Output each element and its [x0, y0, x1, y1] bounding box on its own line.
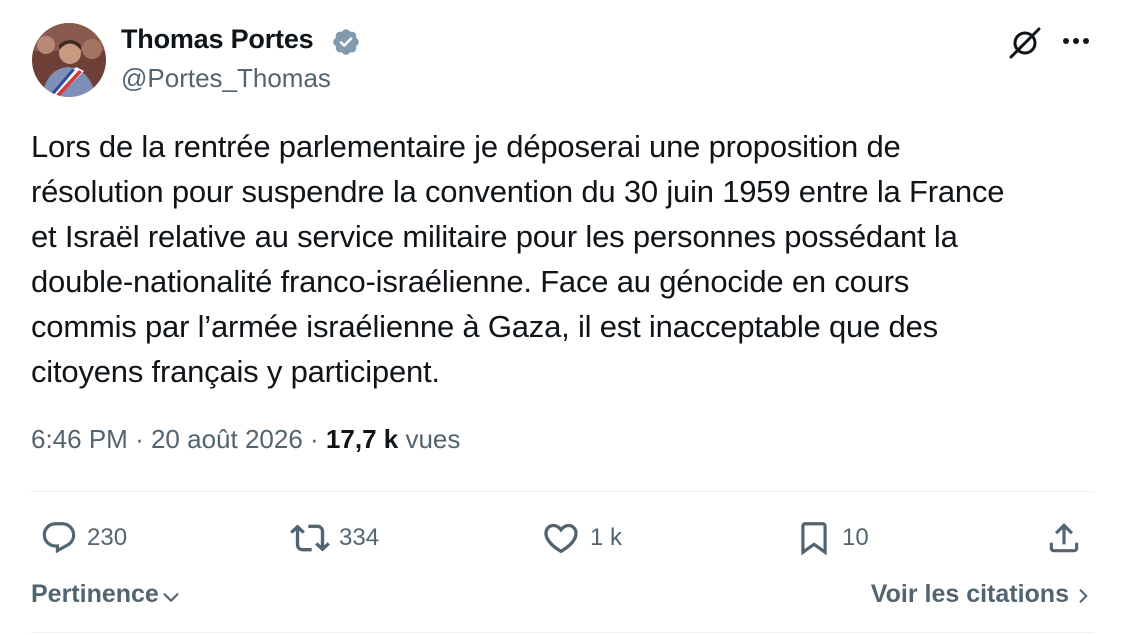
bookmark-count: 10 — [842, 524, 869, 551]
quotes-label: Voir les citations — [870, 580, 1069, 608]
repost-count: 334 — [339, 524, 380, 551]
reply-button[interactable]: 230 — [40, 516, 127, 560]
tweet-time[interactable]: 6:46 PM — [31, 424, 128, 454]
verified-badge-icon — [331, 27, 361, 57]
tweet-text: Lors de la rentrée parlementaire je dépo… — [31, 129, 1005, 389]
chevron-right-icon — [1079, 589, 1088, 603]
sort-label: Pertinence — [31, 580, 159, 608]
sort-dropdown[interactable]: Pertinence — [31, 580, 182, 609]
tweet-date[interactable]: 20 août 2026 — [151, 424, 303, 454]
author-handle[interactable]: @Portes_Thomas — [121, 63, 331, 94]
like-count: 1 k — [590, 524, 623, 551]
grok-icon[interactable] — [1006, 24, 1044, 62]
views-label: vues — [405, 424, 461, 454]
views-count: 17,7 k — [325, 424, 399, 454]
more-icon[interactable] — [1058, 26, 1094, 56]
reply-count: 230 — [87, 524, 128, 551]
author-name[interactable]: Thomas Portes — [121, 24, 314, 55]
repost-icon — [290, 524, 330, 552]
divider — [31, 632, 1093, 633]
repost-button[interactable]: 334 — [290, 516, 379, 560]
chevron-down-icon — [163, 592, 179, 602]
meta-separator: · — [135, 424, 144, 454]
view-quotes-link[interactable]: Voir les citations — [871, 580, 1093, 609]
share-icon — [1049, 523, 1079, 553]
divider — [31, 491, 1093, 492]
like-button[interactable]: 1 k — [541, 516, 622, 560]
share-button[interactable] — [1045, 516, 1083, 560]
meta-separator: · — [310, 424, 319, 454]
bookmark-icon — [801, 522, 827, 556]
bookmark-button[interactable]: 10 — [795, 516, 869, 560]
tweet-meta: 6:46 PM · 20 août 2026 · 17,7 k vues — [31, 424, 460, 455]
reply-icon — [42, 522, 76, 554]
like-icon — [544, 523, 578, 554]
avatar[interactable] — [32, 23, 106, 97]
